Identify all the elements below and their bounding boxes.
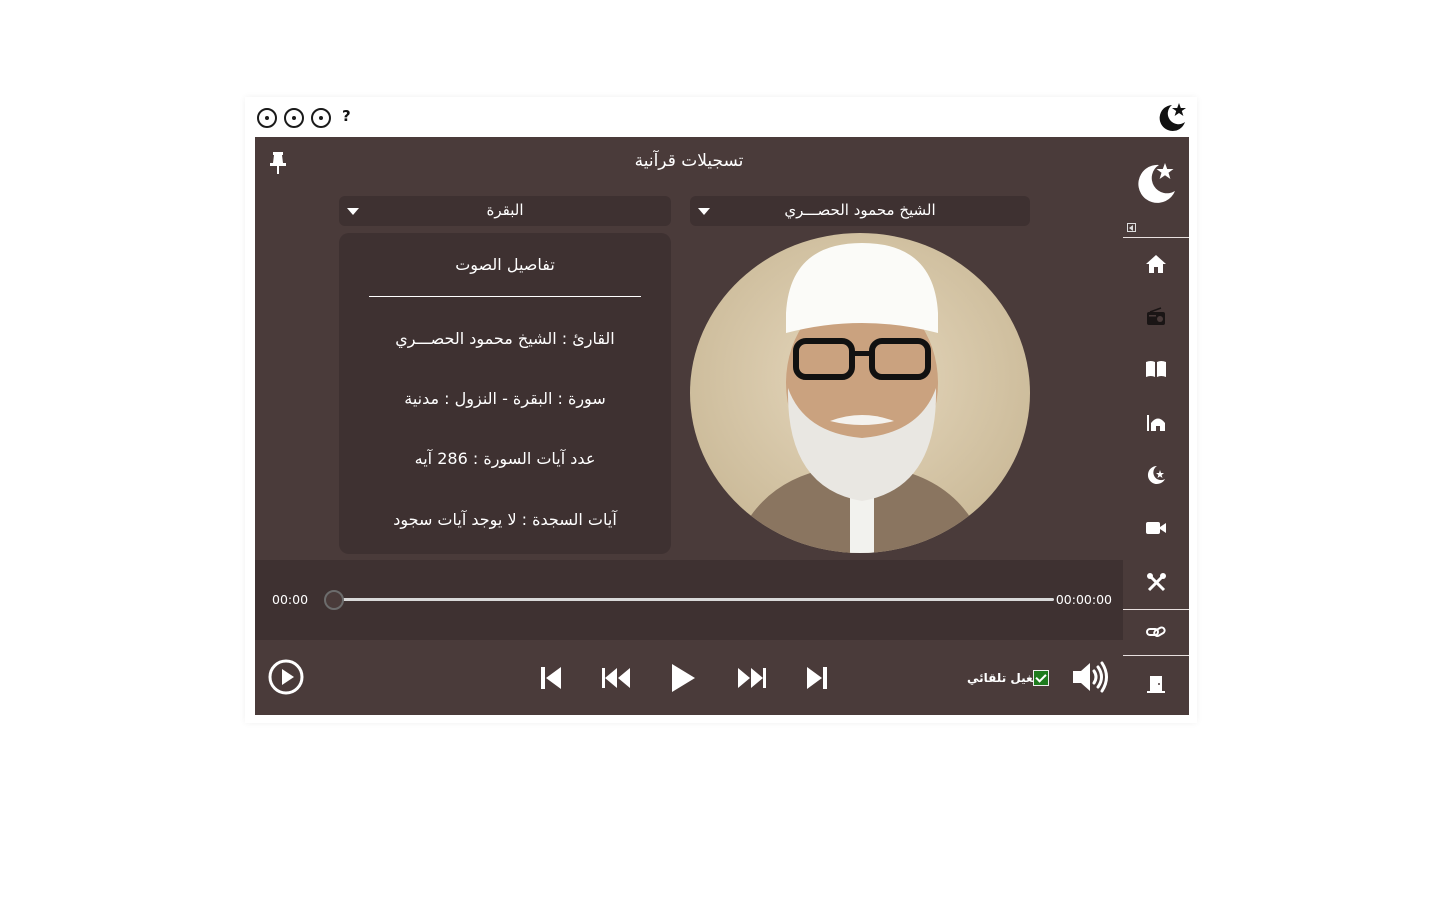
rewind-icon — [602, 668, 630, 688]
reciter-select-value: الشيخ محمود الحصـــري — [784, 201, 936, 219]
crescent-star-logo-icon — [1159, 103, 1186, 131]
progress-bar: 00:00 00:00:00 — [255, 560, 1123, 640]
divider — [1123, 237, 1189, 238]
app-window: ? تسجيلات قرآنية البقرة الشيخ محمود الحص… — [245, 97, 1197, 723]
skip-start-icon — [541, 667, 561, 689]
sidebar-item-mosque[interactable] — [1123, 402, 1189, 442]
elapsed-time: 00:00 — [272, 592, 309, 607]
sidebar-item-links[interactable] — [1123, 612, 1189, 652]
surah-select-value: البقرة — [486, 201, 524, 219]
sidebar-item-radio[interactable] — [1123, 297, 1189, 337]
window-minimize-button[interactable] — [311, 108, 331, 128]
divider — [1123, 655, 1189, 656]
reciter-portrait — [690, 233, 1030, 553]
audio-details-card: تفاصيل الصوت القارئ : الشيخ محمود الحصــ… — [339, 233, 671, 554]
help-button[interactable]: ? — [342, 107, 351, 125]
home-icon — [1146, 255, 1166, 273]
details-heading: تفاصيل الصوت — [455, 255, 555, 274]
volume-icon — [1073, 661, 1108, 693]
reciter-select[interactable]: الشيخ محمود الحصـــري — [690, 196, 1030, 226]
seek-handle[interactable] — [324, 590, 344, 610]
play-button[interactable] — [669, 662, 697, 694]
video-camera-icon — [1146, 522, 1166, 534]
skip-end-icon — [807, 667, 827, 689]
play-circle-icon — [268, 659, 304, 695]
window-close-button[interactable] — [257, 108, 277, 128]
sidebar-item-home[interactable] — [1123, 244, 1189, 284]
sidebar-item-exit[interactable] — [1123, 664, 1189, 704]
skip-first-button[interactable] — [539, 664, 563, 692]
tools-icon — [1147, 573, 1166, 592]
window-maximize-button[interactable] — [284, 108, 304, 128]
sidebar-item-quran[interactable] — [1123, 349, 1189, 389]
player-controls: تشغيل تلقائي — [255, 640, 1123, 715]
detail-reciter: القارئ : الشيخ محمود الحصـــري — [395, 329, 615, 348]
link-icon — [1146, 626, 1166, 637]
fast-forward-icon — [738, 668, 766, 688]
surah-select[interactable]: البقرة — [339, 196, 671, 226]
mosque-icon — [1147, 415, 1165, 431]
detail-surah: سورة : البقرة - النزول : مدنية — [404, 389, 606, 408]
divider — [369, 296, 641, 297]
title-bar: ? — [245, 97, 1197, 137]
autoplay-checkbox[interactable] — [1033, 670, 1049, 686]
play-circle-button[interactable] — [267, 658, 305, 696]
exit-door-icon — [1147, 676, 1165, 693]
book-open-icon — [1146, 361, 1166, 377]
skip-last-button[interactable] — [805, 664, 829, 692]
crescent-star-icon — [1147, 465, 1165, 484]
detail-sajda: آيات السجدة : لا يوجد آيات سجود — [393, 510, 617, 529]
sidebar-item-tools[interactable] — [1123, 562, 1189, 602]
sidebar — [1123, 137, 1189, 715]
radio-icon — [1147, 307, 1165, 325]
divider — [1123, 609, 1189, 610]
sidebar-item-islamic[interactable] — [1123, 455, 1189, 495]
rewind-button[interactable] — [601, 665, 631, 691]
page-title: تسجيلات قرآنية — [634, 151, 744, 171]
main-panel: تسجيلات قرآنية البقرة الشيخ محمود الحصــ… — [255, 137, 1123, 715]
fast-forward-button[interactable] — [737, 665, 767, 691]
seek-track[interactable] — [334, 598, 1054, 601]
play-icon — [672, 664, 695, 692]
crescent-star-logo-icon — [1138, 163, 1175, 203]
total-duration: 00:00:00 — [1055, 592, 1112, 607]
volume-button[interactable] — [1071, 660, 1109, 694]
sidebar-collapse-button[interactable] — [1127, 223, 1136, 232]
sidebar-item-video[interactable] — [1123, 508, 1189, 548]
detail-verse-count: عدد آيات السورة : 286 آيه — [414, 449, 596, 468]
